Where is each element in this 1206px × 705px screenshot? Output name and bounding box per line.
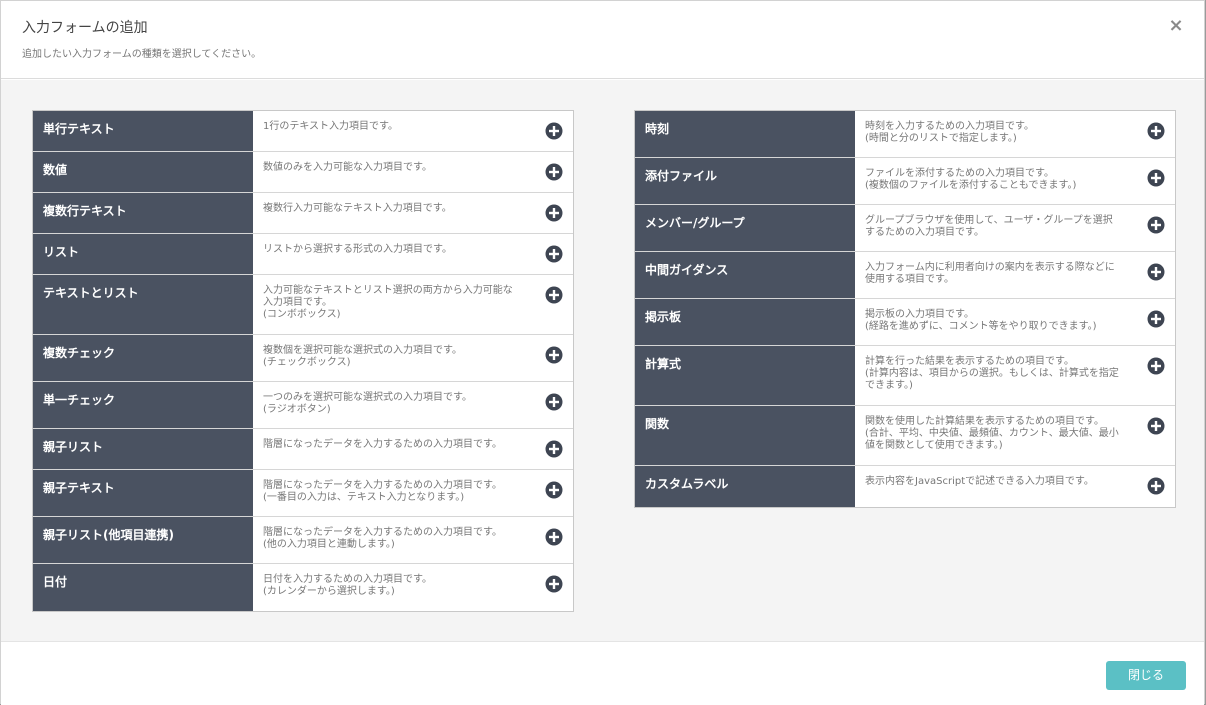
form-type-name: 親子テキスト [33, 470, 253, 516]
plus-circle-icon[interactable] [545, 346, 563, 364]
form-type-name: 複数チェック [33, 335, 253, 381]
form-type-description: 関数を使用した計算結果を表示するための項目です。 (合計、平均、中央値、最頻値、… [865, 416, 1119, 451]
form-type-row[interactable]: 単行テキスト 1行のテキスト入力項目です。 [33, 111, 573, 152]
form-type-row[interactable]: 数値 数値のみを入力可能な入力項目です。 [33, 152, 573, 193]
form-type-row[interactable]: 掲示板 掲示板の入力項目です。 (経路を進めずに、コメント等をやり取りできます。… [635, 299, 1175, 346]
plus-circle-icon[interactable] [545, 245, 563, 263]
close-icon[interactable]: × [1167, 17, 1185, 35]
dialog-title: 入力フォームの追加 [22, 20, 148, 36]
form-type-name: 中間ガイダンス [635, 252, 855, 298]
form-type-name: 関数 [635, 406, 855, 465]
form-type-row[interactable]: 日付 日付を入力するための入力項目です。 (カレンダーから選択します。) [33, 564, 573, 611]
form-type-description: 複数行入力可能なテキスト入力項目です。 [263, 203, 452, 214]
form-type-row[interactable]: テキストとリスト 入力可能なテキストとリスト選択の両方から入力可能な 入力項目で… [33, 275, 573, 335]
form-type-name: 複数行テキスト [33, 193, 253, 233]
plus-circle-icon[interactable] [545, 393, 563, 411]
form-type-description: 入力可能なテキストとリスト選択の両方から入力可能な 入力項目です。 (コンボボッ… [263, 285, 513, 320]
plus-circle-icon[interactable] [545, 575, 563, 593]
form-type-name: 日付 [33, 564, 253, 611]
form-type-row[interactable]: 時刻 時刻を入力するための入力項目です。 (時間と分のリストで指定します。) [635, 111, 1175, 158]
plus-circle-icon[interactable] [1147, 122, 1165, 140]
form-type-row[interactable]: 複数行テキスト 複数行入力可能なテキスト入力項目です。 [33, 193, 573, 234]
form-type-name: 計算式 [635, 346, 855, 405]
form-type-description: ファイルを添付するための入力項目です。 (複数個のファイルを添付することもできま… [865, 168, 1077, 191]
form-type-list-left: 単行テキスト 1行のテキスト入力項目です。 数値 数値のみを入力可能な入力項目で… [32, 110, 574, 612]
form-type-row[interactable]: 中間ガイダンス 入力フォーム内に利用者向けの案内を表示する際などに 使用する項目… [635, 252, 1175, 299]
plus-circle-icon[interactable] [1147, 263, 1165, 281]
form-type-description: 時刻を入力するための入力項目です。 (時間と分のリストで指定します。) [865, 121, 1034, 144]
plus-circle-icon[interactable] [1147, 169, 1165, 187]
dialog-body: 単行テキスト 1行のテキスト入力項目です。 数値 数値のみを入力可能な入力項目で… [1, 80, 1204, 641]
form-type-description: グループブラウザを使用して、ユーザ・グループを選択 するための入力項目です。 [865, 215, 1113, 238]
form-type-row[interactable]: リスト リストから選択する形式の入力項目です。 [33, 234, 573, 275]
plus-circle-icon[interactable] [545, 528, 563, 546]
form-type-name: カスタムラベル [635, 466, 855, 507]
form-type-row[interactable]: カスタムラベル 表示内容をJavaScriptで記述できる入力項目です。 [635, 466, 1175, 507]
form-type-description: 階層になったデータを入力するための入力項目です。 [263, 439, 502, 450]
plus-circle-icon[interactable] [1147, 357, 1165, 375]
form-type-description: 表示内容をJavaScriptで記述できる入力項目です。 [865, 476, 1094, 487]
form-type-description: 複数個を選択可能な選択式の入力項目です。 (チェックボックス) [263, 345, 462, 368]
form-type-name: 時刻 [635, 111, 855, 157]
form-type-description: 階層になったデータを入力するための入力項目です。 (一番目の入力は、テキスト入力… [263, 480, 502, 503]
plus-circle-icon[interactable] [545, 122, 563, 140]
form-type-row[interactable]: 単一チェック 一つのみを選択可能な選択式の入力項目です。 (ラジオボタン) [33, 382, 573, 429]
form-type-row[interactable]: 計算式 計算を行った結果を表示するための項目です。 (計算内容は、項目からの選択… [635, 346, 1175, 406]
form-type-name: 掲示板 [635, 299, 855, 345]
plus-circle-icon[interactable] [545, 481, 563, 499]
form-type-name: 親子リスト [33, 429, 253, 469]
plus-circle-icon[interactable] [545, 204, 563, 222]
form-type-list-right: 時刻 時刻を入力するための入力項目です。 (時間と分のリストで指定します。) 添… [634, 110, 1176, 508]
form-type-description: リストから選択する形式の入力項目です。 [263, 244, 452, 255]
dialog-subtitle: 追加したい入力フォームの種類を選択してください。 [22, 49, 262, 60]
form-type-row[interactable]: 関数 関数を使用した計算結果を表示するための項目です。 (合計、平均、中央値、最… [635, 406, 1175, 466]
add-input-form-dialog: 入力フォームの追加 追加したい入力フォームの種類を選択してください。 × 単行テ… [0, 0, 1205, 705]
dialog-footer: 閉じる [1, 641, 1204, 705]
plus-circle-icon[interactable] [1147, 417, 1165, 435]
form-type-name: 単行テキスト [33, 111, 253, 151]
form-type-description: 掲示板の入力項目です。 (経路を進めずに、コメント等をやり取りできます。) [865, 309, 1097, 332]
form-type-row[interactable]: 複数チェック 複数個を選択可能な選択式の入力項目です。 (チェックボックス) [33, 335, 573, 382]
form-type-description: 階層になったデータを入力するための入力項目です。 (他の入力項目と連動します。) [263, 527, 502, 550]
form-type-name: リスト [33, 234, 253, 274]
form-type-description: 1行のテキスト入力項目です。 [263, 121, 399, 132]
form-type-name: 数値 [33, 152, 253, 192]
form-type-row[interactable]: 親子テキスト 階層になったデータを入力するための入力項目です。 (一番目の入力は… [33, 470, 573, 517]
plus-circle-icon[interactable] [545, 440, 563, 458]
form-type-description: 日付を入力するための入力項目です。 (カレンダーから選択します。) [263, 574, 432, 597]
form-type-row[interactable]: 親子リスト 階層になったデータを入力するための入力項目です。 [33, 429, 573, 470]
plus-circle-icon[interactable] [545, 163, 563, 181]
plus-circle-icon[interactable] [1147, 477, 1165, 495]
form-type-description: 一つのみを選択可能な選択式の入力項目です。 (ラジオボタン) [263, 392, 472, 415]
form-type-name: メンバー/グループ [635, 205, 855, 251]
plus-circle-icon[interactable] [1147, 216, 1165, 234]
form-type-description: 入力フォーム内に利用者向けの案内を表示する際などに 使用する項目です。 [865, 262, 1115, 285]
form-type-row[interactable]: 添付ファイル ファイルを添付するための入力項目です。 (複数個のファイルを添付す… [635, 158, 1175, 205]
form-type-description: 数値のみを入力可能な入力項目です。 [263, 162, 432, 173]
dialog-header: 入力フォームの追加 追加したい入力フォームの種類を選択してください。 × [1, 1, 1204, 79]
plus-circle-icon[interactable] [545, 286, 563, 304]
form-type-name: 親子リスト(他項目連携) [33, 517, 253, 563]
form-type-name: テキストとリスト [33, 275, 253, 334]
form-type-description: 計算を行った結果を表示するための項目です。 (計算内容は、項目からの選択。もしく… [865, 356, 1119, 391]
plus-circle-icon[interactable] [1147, 310, 1165, 328]
form-type-row[interactable]: 親子リスト(他項目連携) 階層になったデータを入力するための入力項目です。 (他… [33, 517, 573, 564]
form-type-name: 添付ファイル [635, 158, 855, 204]
form-type-row[interactable]: メンバー/グループ グループブラウザを使用して、ユーザ・グループを選択 するため… [635, 205, 1175, 252]
close-button[interactable]: 閉じる [1106, 661, 1186, 690]
form-type-name: 単一チェック [33, 382, 253, 428]
